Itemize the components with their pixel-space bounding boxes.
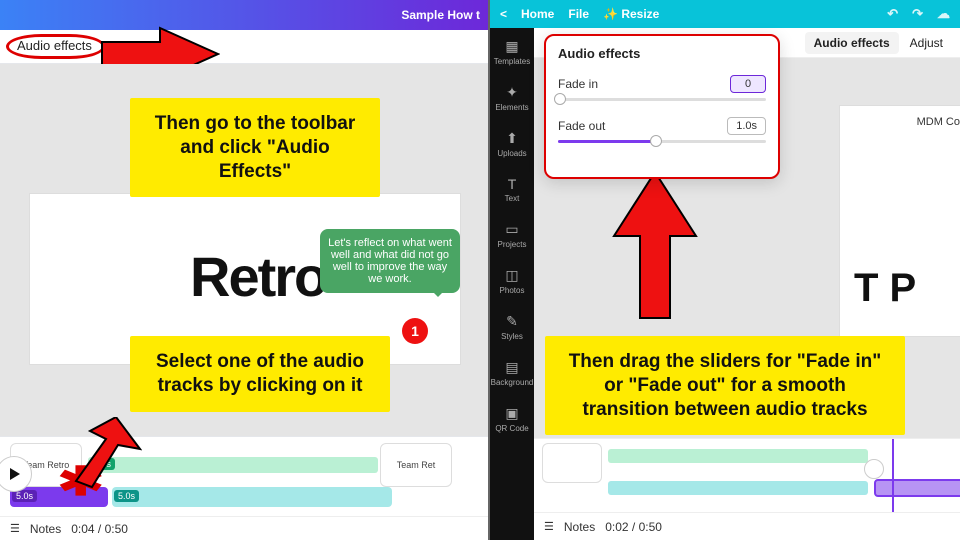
corner-text: MDM Co bbox=[850, 116, 960, 128]
fade-out-label: Fade out bbox=[558, 119, 605, 133]
back-icon[interactable]: < bbox=[500, 7, 507, 21]
background-icon: ▤ bbox=[490, 359, 534, 376]
timeline-thumb[interactable] bbox=[542, 443, 602, 483]
sidebar-item-background[interactable]: ▤Background bbox=[490, 349, 534, 395]
elements-icon: ✦ bbox=[490, 84, 534, 101]
audio-effects-button[interactable]: Audio effects bbox=[805, 32, 899, 54]
playhead-time: 0:04 / 0:50 bbox=[71, 522, 128, 536]
audio-effects-panel: Audio effects Fade in 0 Fade out 1.0s bbox=[544, 34, 780, 179]
timeline[interactable] bbox=[534, 438, 960, 512]
side-panel: ▦Templates ✦Elements ⬆Uploads TText ▭Pro… bbox=[490, 28, 534, 540]
status-bar: ☰ Notes 0:04 / 0:50 bbox=[0, 516, 488, 540]
home-menu[interactable]: Home bbox=[521, 7, 554, 21]
qrcode-icon: ▣ bbox=[490, 405, 534, 422]
panel-title: Audio effects bbox=[558, 46, 766, 61]
fade-in-slider[interactable] bbox=[558, 98, 766, 101]
text-icon: T bbox=[490, 176, 534, 192]
sidebar-item-styles[interactable]: ✎Styles bbox=[490, 303, 534, 349]
adjust-button[interactable]: Adjust bbox=[901, 32, 952, 54]
app-topbar: < Home File ✨ Resize ↶ ↷ ☁ bbox=[490, 0, 960, 28]
undo-icon[interactable]: ↶ bbox=[887, 6, 898, 22]
redo-icon[interactable]: ↷ bbox=[912, 6, 923, 22]
instruction-callout-2: Select one of the audio tracks by clicki… bbox=[130, 336, 390, 412]
fade-in-label: Fade in bbox=[558, 77, 598, 91]
sidebar-item-elements[interactable]: ✦Elements bbox=[490, 74, 534, 120]
photos-icon: ◫ bbox=[490, 267, 534, 284]
left-screenshot: Sample How t Audio effects A Retro Let's… bbox=[0, 0, 490, 540]
cloud-sync-icon[interactable]: ☁ bbox=[937, 6, 950, 22]
projects-icon: ▭ bbox=[490, 221, 534, 238]
uploads-icon: ⬆ bbox=[490, 130, 534, 147]
instruction-callout-3: Then drag the sliders for "Fade in" or "… bbox=[545, 336, 905, 435]
doc-title: Sample How t bbox=[401, 8, 480, 22]
window-header: Sample How t bbox=[0, 0, 488, 30]
notes-button[interactable]: Notes bbox=[564, 520, 595, 534]
audio-clip[interactable] bbox=[608, 481, 868, 495]
sidebar-item-templates[interactable]: ▦Templates bbox=[490, 28, 534, 74]
styles-icon: ✎ bbox=[490, 313, 534, 330]
instruction-callout-1: Then go to the toolbar and click "Audio … bbox=[130, 98, 380, 197]
audio-effects-button[interactable]: Audio effects bbox=[6, 34, 105, 59]
step-badge-1: 1 bbox=[402, 318, 428, 344]
arrow-up-icon bbox=[610, 170, 700, 325]
audio-clip-selected[interactable] bbox=[874, 479, 960, 497]
video-clip[interactable] bbox=[608, 449, 868, 463]
notes-button[interactable]: Notes bbox=[30, 522, 61, 536]
speech-bubble: Let's reflect on what went well and what… bbox=[320, 229, 460, 293]
sidebar-item-photos[interactable]: ◫Photos bbox=[490, 257, 534, 303]
fade-out-value-input[interactable]: 1.0s bbox=[727, 117, 766, 135]
right-screenshot: < Home File ✨ Resize ↶ ↷ ☁ Audio effects… bbox=[490, 0, 960, 540]
slide-page[interactable]: MDM Co T P bbox=[840, 106, 960, 336]
fade-out-slider[interactable] bbox=[558, 140, 766, 143]
notes-icon: ☰ bbox=[544, 520, 554, 533]
audio-clip[interactable]: 5.0s bbox=[112, 487, 392, 507]
fade-in-value-input[interactable]: 0 bbox=[730, 75, 766, 93]
retro-heading: Retro bbox=[190, 244, 326, 309]
resize-menu[interactable]: ✨ Resize bbox=[603, 7, 659, 21]
playhead-time: 0:02 / 0:50 bbox=[605, 520, 662, 534]
large-heading-partial: T P bbox=[854, 270, 916, 306]
mini-play-icon[interactable] bbox=[864, 459, 884, 479]
sidebar-item-projects[interactable]: ▭Projects bbox=[490, 211, 534, 257]
context-toolbar: Audio effects A bbox=[0, 30, 488, 64]
status-bar: ☰ Notes 0:02 / 0:50 bbox=[534, 512, 960, 540]
sidebar-item-text[interactable]: TText bbox=[490, 166, 534, 211]
sidebar-item-uploads[interactable]: ⬆Uploads bbox=[490, 120, 534, 166]
file-menu[interactable]: File bbox=[568, 7, 589, 21]
arrow-down-icon bbox=[56, 417, 142, 494]
timeline-thumb[interactable]: Team Ret bbox=[380, 443, 452, 487]
notes-icon: ☰ bbox=[10, 522, 20, 535]
templates-icon: ▦ bbox=[490, 38, 534, 55]
sidebar-item-qrcode[interactable]: ▣QR Code bbox=[490, 395, 534, 441]
playhead[interactable] bbox=[892, 439, 894, 512]
